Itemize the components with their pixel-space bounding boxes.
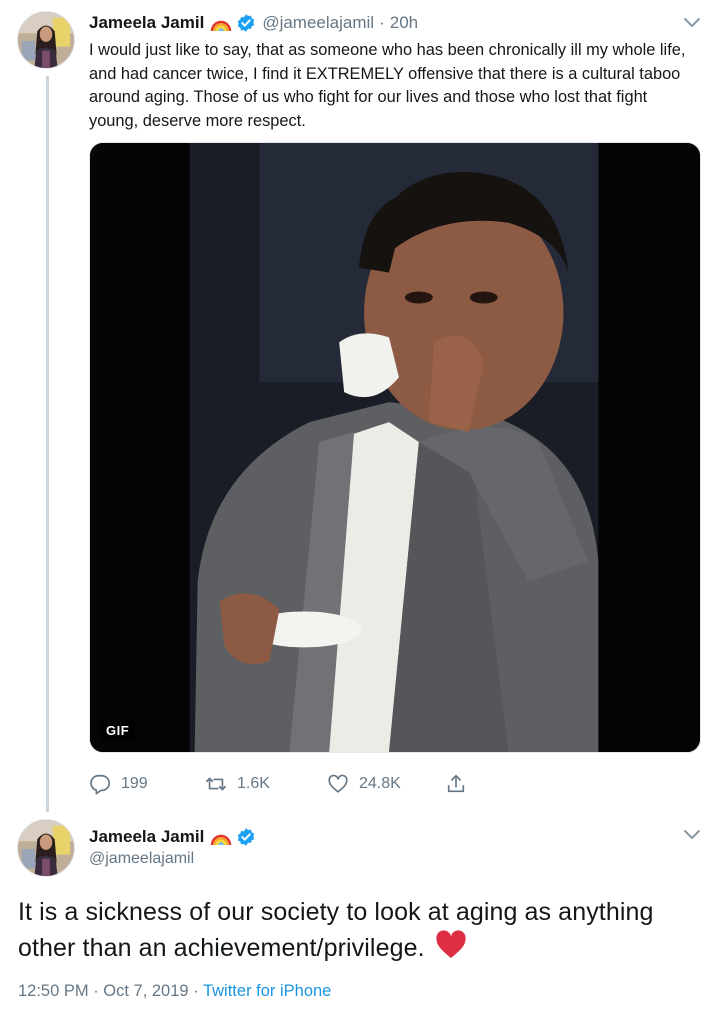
share-icon xyxy=(447,774,465,793)
tweet-timestamp[interactable]: 12:50 PM · Oct 7, 2019 xyxy=(18,982,189,1000)
avatar-photo xyxy=(18,12,74,68)
author-handle[interactable]: @jameelajamil xyxy=(262,13,374,33)
tweet-header: Jameela Jamil xyxy=(89,825,256,849)
author-handle[interactable]: @jameelajamil xyxy=(89,850,194,868)
chevron-down-icon[interactable] xyxy=(682,16,702,30)
separator-dot: · xyxy=(188,982,203,1000)
gif-badge: GIF xyxy=(100,720,136,741)
avatar-photo xyxy=(18,820,74,876)
tweet-actions: 199 1.6K 24.8K xyxy=(89,770,489,798)
chevron-down-icon[interactable] xyxy=(682,828,702,842)
gif-media[interactable]: GIF xyxy=(89,142,701,753)
author-name[interactable]: Jameela Jamil xyxy=(89,827,204,847)
tweet-time[interactable]: 20h xyxy=(390,13,418,33)
tweet-text: It is a sickness of our society to look … xyxy=(18,898,654,962)
tweet-header: Jameela Jamil @jameelajamil · 20h xyxy=(89,11,418,35)
avatar[interactable] xyxy=(17,11,75,69)
rainbow-emoji-icon xyxy=(211,834,232,846)
share-button[interactable] xyxy=(445,770,477,798)
like-button[interactable]: 24.8K xyxy=(327,770,401,798)
avatar[interactable] xyxy=(17,819,75,877)
tweet-text: I would just like to say, that as someon… xyxy=(89,41,686,130)
reply-count: 199 xyxy=(121,775,148,792)
rainbow-emoji-icon xyxy=(211,20,232,32)
verified-badge-icon xyxy=(238,828,255,846)
tweet-text-wrapper: It is a sickness of our society to look … xyxy=(18,894,708,966)
tweet-metadata: 12:50 PM · Oct 7, 2019 · Twitter for iPh… xyxy=(18,982,331,1001)
reply-button[interactable]: 199 xyxy=(89,770,148,798)
retweet-count: 1.6K xyxy=(237,775,270,792)
verified-badge-icon xyxy=(238,14,255,32)
tweet-source-link[interactable]: Twitter for iPhone xyxy=(203,982,331,1000)
tweet-parent: Jameela Jamil @jameelajamil · 20h I woul… xyxy=(0,0,720,820)
red-heart-emoji-icon xyxy=(436,930,466,958)
gif-image xyxy=(90,143,700,752)
separator-dot: · xyxy=(379,13,385,32)
tweet-focused: Jameela Jamil @jameelajamil It is a sick… xyxy=(0,819,720,1021)
like-count: 24.8K xyxy=(359,775,401,792)
thread-connector-line xyxy=(46,76,49,812)
retweet-button[interactable]: 1.6K xyxy=(205,770,270,798)
retweet-icon xyxy=(206,777,226,791)
heart-outline-icon xyxy=(328,774,348,793)
reply-icon xyxy=(90,774,110,795)
author-name[interactable]: Jameela Jamil xyxy=(89,13,204,33)
